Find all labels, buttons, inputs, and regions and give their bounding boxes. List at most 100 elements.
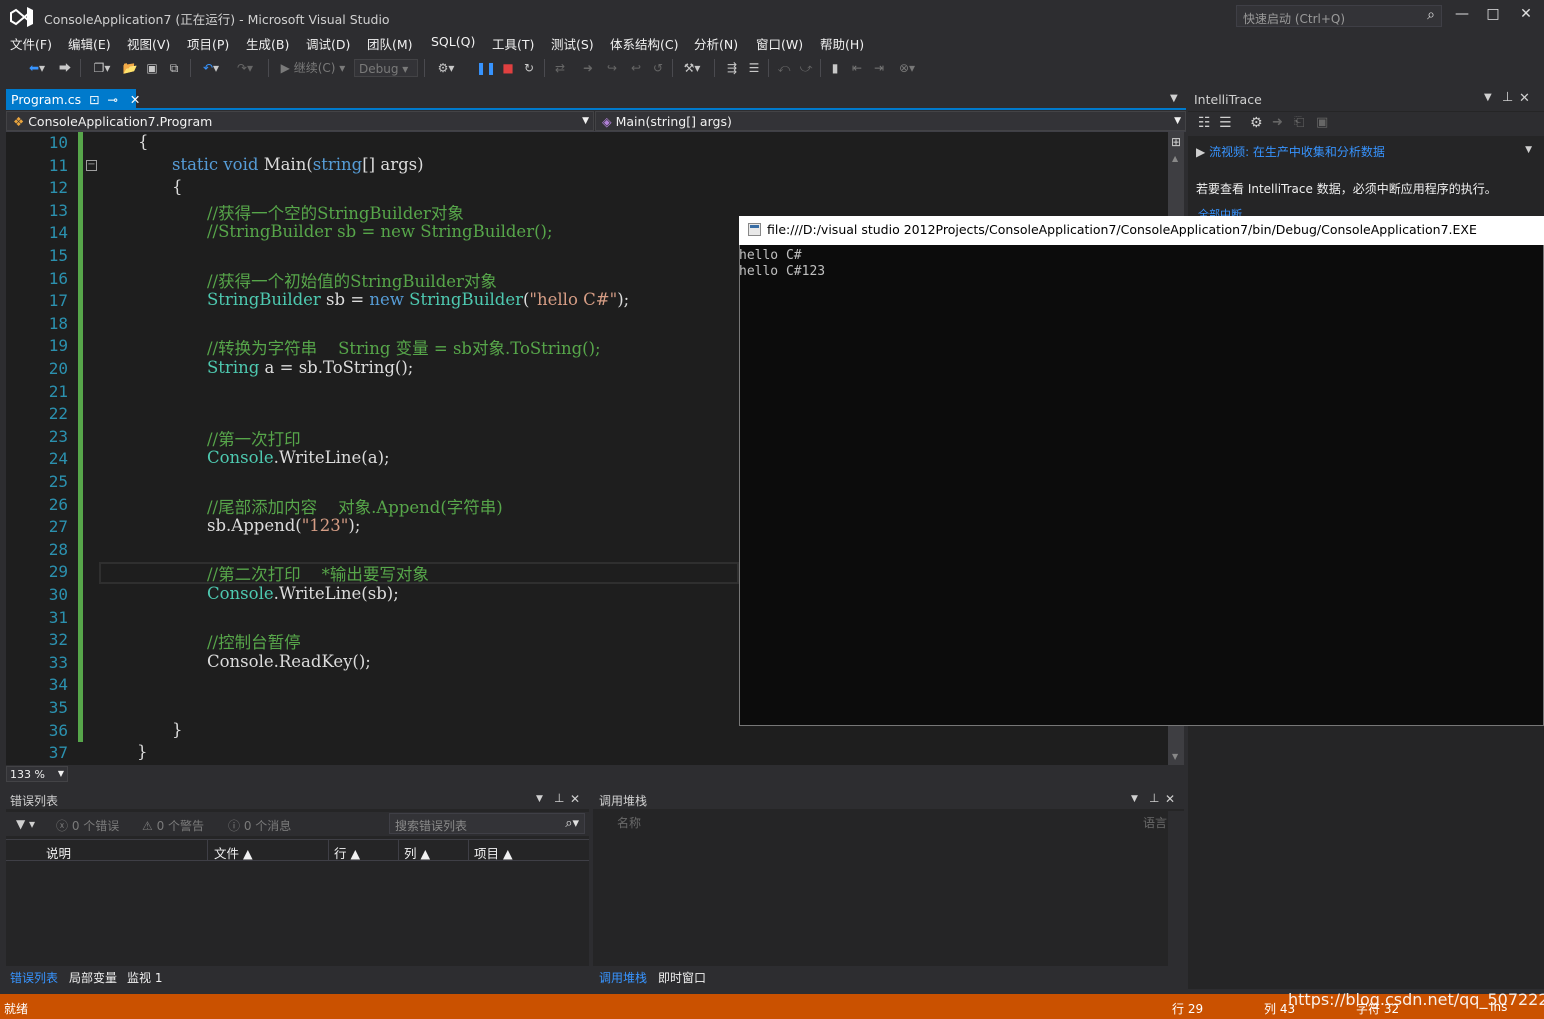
menu-item[interactable]: 帮助(H): [820, 34, 864, 53]
pin-panel-icon[interactable]: ⊥: [1502, 90, 1513, 105]
save-all-icon[interactable]: ⧉: [164, 59, 184, 77]
scroll-up-icon[interactable]: ▲: [1172, 154, 1178, 163]
uncomment-icon[interactable]: ⤻: [796, 59, 816, 77]
line-number: 34: [48, 675, 68, 695]
member-dropdown[interactable]: ◈ Main(string[] args) ▼: [595, 111, 1186, 131]
clear-bookmarks-icon[interactable]: ⊗▾: [892, 59, 922, 77]
settings-icon[interactable]: ⚙: [1250, 115, 1263, 131]
column-project[interactable]: 项目 ▲: [474, 843, 513, 862]
pin-panel-icon[interactable]: ⊥: [554, 791, 564, 805]
menu-item[interactable]: 团队(M): [367, 34, 413, 53]
zoom-select[interactable]: 133 % ▼: [6, 766, 68, 782]
minimize-button[interactable]: —: [1447, 4, 1477, 26]
hex-display-icon[interactable]: ⚒▾: [676, 59, 708, 77]
menu-item[interactable]: 体系结构(C): [610, 34, 678, 53]
pin-panel-icon[interactable]: ⊥: [1149, 791, 1159, 805]
stream-video-link[interactable]: ▶ 流视频: 在生产中收集和分析数据 ▼: [1196, 143, 1536, 163]
scroll-down-icon[interactable]: ▼: [1172, 752, 1178, 761]
redo-icon[interactable]: ↷▾: [230, 59, 260, 77]
code-token: Console: [207, 448, 274, 468]
menu-item[interactable]: 文件(F): [10, 34, 52, 53]
menu-item[interactable]: 视图(V): [127, 34, 170, 53]
close-panel-icon[interactable]: ✕: [1519, 91, 1530, 106]
pin-tab-icon[interactable]: ⊸: [108, 92, 118, 107]
tab-locals[interactable]: 局部变量: [69, 969, 117, 986]
pause-icon[interactable]: ❚❚: [476, 59, 496, 77]
restart-icon[interactable]: ↻: [520, 59, 538, 77]
open-file-icon[interactable]: 📂: [120, 59, 140, 77]
forward-icon[interactable]: ➜: [1272, 115, 1283, 130]
save-icon[interactable]: ▣: [143, 59, 161, 77]
config-select[interactable]: Debug ▾: [354, 59, 418, 77]
show-next-statement-icon[interactable]: ⇄: [550, 59, 570, 77]
column-description[interactable]: 说明: [46, 843, 71, 862]
undo-icon[interactable]: ↶▾: [196, 59, 226, 77]
menu-item[interactable]: SQL(Q): [431, 34, 475, 49]
menu-item[interactable]: 测试(S): [551, 34, 594, 53]
tab-error-list[interactable]: 错误列表: [10, 969, 58, 986]
back-button[interactable]: ⬅▾: [22, 59, 52, 77]
collapse-icon[interactable]: −: [86, 160, 97, 171]
class-dropdown[interactable]: ❖ ConsoleApplication7.Program ▼: [6, 111, 594, 131]
menu-item[interactable]: 编辑(E): [68, 34, 111, 53]
code-token: {: [138, 132, 149, 151]
calls-view-icon[interactable]: ☰: [1219, 115, 1232, 131]
split-icon[interactable]: ⊞: [1171, 135, 1181, 149]
menu-item[interactable]: 调试(D): [306, 34, 350, 53]
column-col[interactable]: 列 ▲: [404, 843, 430, 862]
expand-icon[interactable]: ▼: [1525, 145, 1532, 155]
messages-toggle[interactable]: ⓘ 0 个消息: [228, 817, 291, 834]
step-back-icon[interactable]: ↺: [648, 59, 668, 77]
close-tab-icon[interactable]: ✕: [130, 92, 140, 107]
next-bookmark-icon[interactable]: ⇥: [870, 59, 888, 77]
panel-menu-icon[interactable]: ▼: [1131, 794, 1138, 804]
close-panel-icon[interactable]: ✕: [570, 792, 580, 806]
panel-menu-icon[interactable]: ▼: [536, 794, 543, 804]
errors-toggle[interactable]: ⓧ 0 个错误: [56, 817, 119, 834]
line-number: 14: [48, 223, 68, 243]
step-out-icon[interactable]: ↩: [626, 59, 646, 77]
save-log-icon[interactable]: ▣: [1316, 115, 1328, 130]
tab-program-cs[interactable]: Program.cs ⊡ ⊸ ✕: [6, 89, 140, 110]
menu-item[interactable]: 工具(T): [492, 34, 534, 53]
thread-icon[interactable]: ⇶: [722, 59, 742, 77]
menu-item[interactable]: 项目(P): [187, 34, 229, 53]
panel-menu-icon[interactable]: ▼: [1484, 92, 1492, 103]
code-line: }: [137, 742, 148, 761]
show-threads-icon[interactable]: ☰: [744, 59, 764, 77]
pin-icon[interactable]: ⊡: [89, 92, 99, 107]
forward-button[interactable]: ⮕: [56, 59, 74, 77]
column-language[interactable]: 语言: [1143, 814, 1167, 831]
stop-icon[interactable]: ■: [500, 59, 516, 77]
tab-overflow-icon[interactable]: ▼: [1170, 93, 1178, 104]
menu-item[interactable]: 窗口(W): [756, 34, 803, 53]
step-into-icon[interactable]: ➜: [578, 59, 598, 77]
continue-button[interactable]: ▶ 继续(C) ▾: [276, 59, 350, 77]
quick-launch-input[interactable]: 快速启动 (Ctrl+Q) ⌕: [1236, 5, 1442, 27]
new-project-icon[interactable]: ❐▾: [88, 59, 116, 77]
step-over-icon[interactable]: ↪: [602, 59, 622, 77]
tab-watch[interactable]: 监视 1: [127, 969, 162, 986]
filter-icon[interactable]: ▼ ▾: [16, 817, 35, 831]
column-line[interactable]: 行 ▲: [334, 843, 360, 862]
maximize-button[interactable]: □: [1478, 4, 1508, 26]
warnings-toggle[interactable]: ⚠ 0 个警告: [142, 817, 204, 834]
menu-item[interactable]: 分析(N): [694, 34, 738, 53]
bookmark-icon[interactable]: ▮: [826, 59, 844, 77]
tab-immediate[interactable]: 即时窗口: [658, 969, 706, 986]
tab-call-stack[interactable]: 调用堆栈: [599, 969, 647, 986]
menu-item[interactable]: 生成(B): [246, 34, 289, 53]
attach-process-icon[interactable]: ⚙▾: [430, 59, 462, 77]
comment-icon[interactable]: ⤺: [774, 59, 794, 77]
error-search-input[interactable]: 搜索错误列表 ⌕▾: [389, 813, 585, 834]
events-view-icon[interactable]: ☷: [1198, 115, 1211, 131]
open-log-icon[interactable]: ⎗: [1294, 115, 1304, 130]
close-window-button[interactable]: ✕: [1511, 4, 1541, 26]
close-panel-icon[interactable]: ✕: [1165, 792, 1175, 806]
prev-bookmark-icon[interactable]: ⇤: [848, 59, 866, 77]
column-name[interactable]: 名称: [617, 814, 641, 831]
call-stack-scrollbar[interactable]: [1168, 811, 1184, 966]
console-window[interactable]: [739, 216, 1544, 726]
column-file[interactable]: 文件 ▲: [214, 843, 253, 862]
code-token: new: [369, 290, 404, 310]
